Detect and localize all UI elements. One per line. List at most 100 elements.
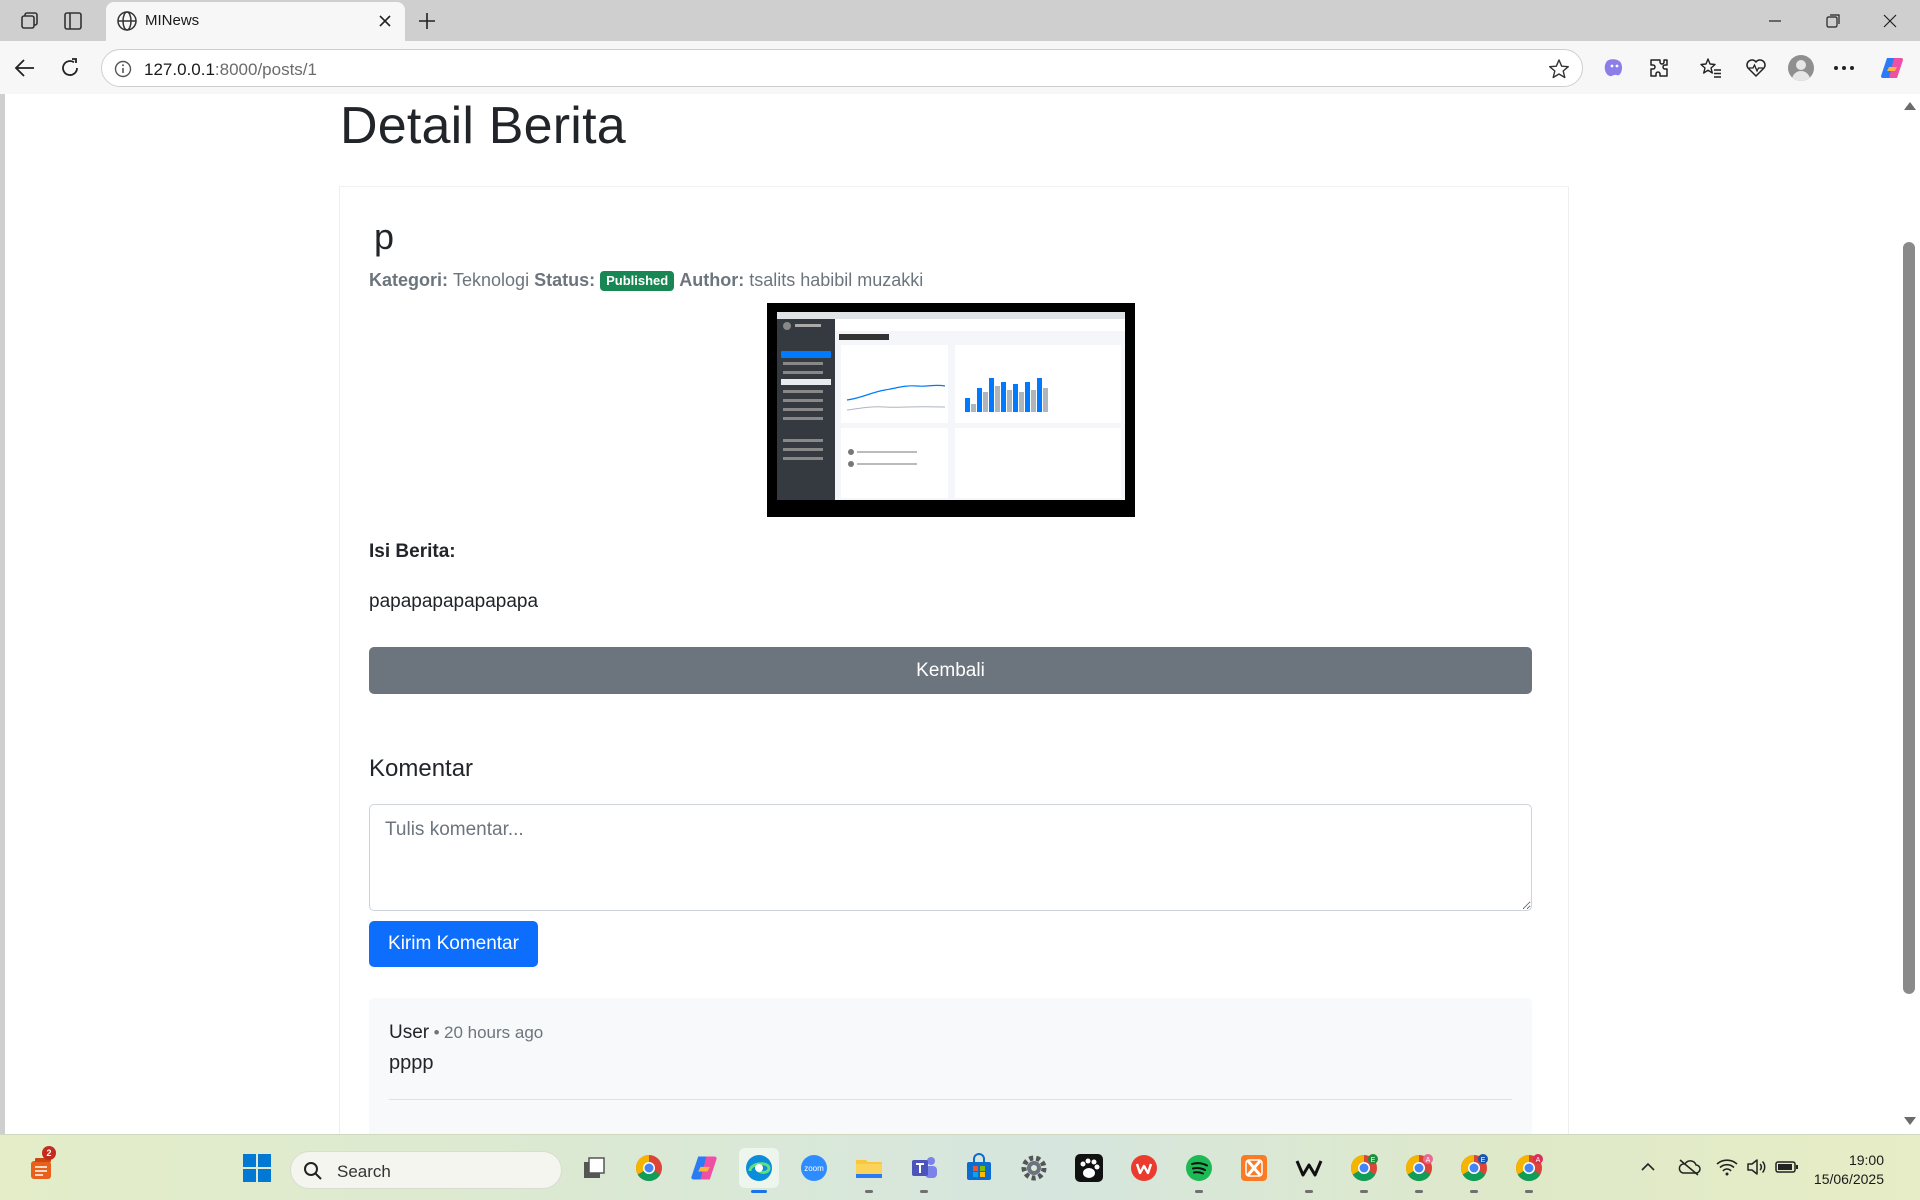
refresh-icon[interactable] (56, 54, 84, 82)
globe-icon (116, 10, 138, 37)
running-app-indicator (1470, 1190, 1478, 1193)
restore-icon[interactable] (1811, 6, 1855, 36)
taskbar-search[interactable]: Search (290, 1151, 562, 1189)
comment-time: 20 hours ago (443, 1023, 544, 1042)
url-text: 127.0.0.1:8000/posts/1 (144, 60, 317, 79)
svg-text:E: E (1371, 1157, 1376, 1164)
close-tab-icon[interactable] (373, 9, 397, 33)
chrome-profile-e-blue-icon[interactable]: E (1454, 1148, 1494, 1193)
more-options-icon[interactable] (1830, 54, 1858, 82)
teams-icon[interactable] (904, 1148, 944, 1193)
category-label: Kategori: (369, 270, 449, 290)
microsoft-store-icon[interactable] (959, 1148, 999, 1188)
dashboard-screenshot-image (777, 312, 1125, 500)
running-app-indicator (920, 1190, 928, 1193)
wondershare-icon[interactable] (1289, 1148, 1329, 1193)
notification-badge: 2 (42, 1146, 56, 1160)
minimize-icon[interactable] (1753, 6, 1797, 36)
running-app-indicator (865, 1190, 873, 1193)
tab-actions-icon[interactable] (61, 9, 85, 33)
settings-gear-icon[interactable] (1014, 1148, 1054, 1188)
comment-body: pppp (389, 1052, 434, 1074)
xampp-icon[interactable] (1234, 1148, 1274, 1188)
page-viewport: Detail Berita p Kategori: Teknologi Stat… (5, 94, 1899, 1134)
back-button[interactable]: Kembali (369, 647, 1532, 694)
post-content: papapapapapapapa (369, 591, 539, 612)
active-app-indicator (751, 1190, 767, 1193)
running-app-indicator (1415, 1190, 1423, 1193)
scrollbar-thumb[interactable] (1903, 242, 1915, 994)
author-value: tsalits habibil muzakki (749, 270, 924, 290)
chrome-profile-a-icon[interactable]: A (1399, 1148, 1439, 1193)
browser-toolbar: 127.0.0.1:8000/posts/1 (0, 41, 1920, 94)
browser-essentials-heart-icon[interactable] (1742, 54, 1770, 82)
show-hidden-icons-chevron-icon[interactable] (1639, 1158, 1657, 1181)
running-app-indicator (1195, 1190, 1203, 1193)
favorites-list-icon[interactable] (1697, 54, 1725, 82)
running-app-indicator (1525, 1190, 1533, 1193)
tab-minews[interactable]: MINews (106, 2, 405, 41)
workspaces-icon[interactable] (18, 9, 42, 33)
task-view-icon[interactable] (574, 1148, 614, 1188)
svg-text:zoom: zoom (804, 1164, 824, 1173)
edge-browser-icon[interactable] (739, 1148, 779, 1193)
back-arrow-icon[interactable] (11, 54, 39, 82)
clock-date: 15/06/2025 (1813, 1171, 1884, 1187)
post-image (767, 303, 1135, 517)
battery-icon[interactable] (1775, 1158, 1799, 1181)
comment-item: User • 20 hours ago pppp (389, 1022, 1512, 1100)
chrome-profile-e-icon[interactable]: E (1344, 1148, 1384, 1193)
zoom-icon[interactable]: zoom (794, 1148, 834, 1188)
post-meta: Kategori: Teknologi Status: Published Au… (369, 270, 923, 291)
wifi-icon[interactable] (1716, 1158, 1738, 1181)
onedrive-offline-icon[interactable] (1677, 1158, 1701, 1181)
comments-heading: Komentar (369, 755, 474, 782)
page-title: Detail Berita (340, 97, 626, 155)
scroll-up-arrow-icon[interactable] (1904, 102, 1916, 110)
status-badge: Published (600, 270, 675, 291)
svg-text:A: A (1536, 1157, 1541, 1164)
author-label: Author: (679, 270, 745, 290)
address-bar[interactable]: 127.0.0.1:8000/posts/1 (101, 49, 1583, 87)
search-label: Search (337, 1162, 391, 1181)
windows-taskbar: 2 Search zoom E A E A 19:00 15/06/2025 (0, 1134, 1920, 1200)
svg-text:E: E (1481, 1157, 1486, 1164)
search-icon (303, 1161, 323, 1186)
status-label: Status: (534, 270, 596, 290)
copilot-ghost-icon[interactable] (1599, 54, 1627, 82)
file-explorer-icon[interactable] (849, 1148, 889, 1193)
chrome-icon[interactable] (629, 1148, 669, 1188)
browser-titlebar: MINews (0, 0, 1920, 41)
site-info-icon[interactable] (114, 60, 132, 83)
page-scrollbar[interactable] (1899, 94, 1920, 1134)
tab-title: MINews (145, 12, 200, 29)
category-value: Teknologi (453, 270, 530, 290)
scroll-down-arrow-icon[interactable] (1904, 1117, 1916, 1125)
chrome-profile-a-red-icon[interactable]: A (1509, 1148, 1549, 1193)
comment-separator: • (433, 1023, 440, 1042)
comment-author: User (389, 1022, 430, 1043)
new-tab-icon[interactable] (414, 8, 440, 34)
comment-list: User • 20 hours ago pppp (369, 998, 1532, 1134)
close-window-icon[interactable] (1868, 6, 1912, 36)
wps-office-icon[interactable] (1124, 1148, 1164, 1188)
start-windows-icon[interactable] (237, 1148, 277, 1188)
content-label: Isi Berita: (369, 541, 456, 562)
paw-app-icon[interactable] (1069, 1148, 1109, 1188)
post-title: p (374, 216, 395, 257)
svg-text:A: A (1426, 1157, 1431, 1164)
extensions-icon[interactable] (1645, 54, 1673, 82)
running-app-indicator (1360, 1190, 1368, 1193)
favorite-star-icon[interactable] (1548, 58, 1570, 85)
copilot-app-icon[interactable] (684, 1148, 724, 1188)
spotify-icon[interactable] (1179, 1148, 1219, 1193)
volume-icon[interactable] (1746, 1158, 1766, 1181)
widgets-icon[interactable]: 2 (22, 1146, 62, 1188)
submit-comment-button[interactable]: Kirim Komentar (369, 921, 538, 967)
clock-time: 19:00 (1848, 1152, 1884, 1168)
copilot-icon[interactable] (1878, 54, 1906, 82)
system-clock[interactable]: 19:00 15/06/2025 (1800, 1151, 1884, 1189)
running-app-indicator (1305, 1190, 1313, 1193)
profile-avatar-icon[interactable] (1787, 54, 1815, 82)
comment-textarea[interactable] (369, 804, 1532, 911)
